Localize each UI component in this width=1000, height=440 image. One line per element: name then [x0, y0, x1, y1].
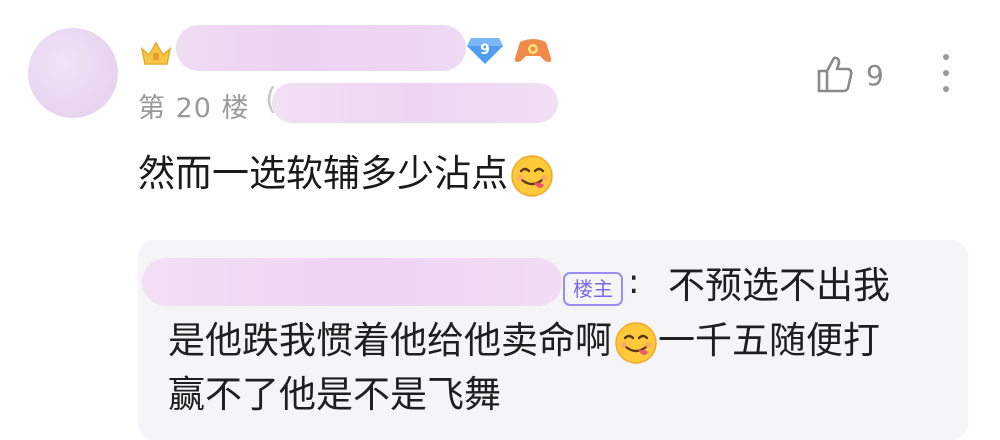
diamond-level-icon: 9 [467, 38, 503, 64]
crown-icon [140, 41, 172, 65]
gamepad-icon [514, 39, 552, 62]
yum-emoji-icon [615, 321, 657, 364]
reply-line-3: 赢不了他是不是飞舞 [168, 373, 501, 416]
more-vertical-icon[interactable] [936, 52, 956, 94]
reply-line-2: 是他跌我惯着他给他卖命啊 一千五随便打 [168, 318, 880, 365]
level-number: 9 [480, 42, 490, 58]
avatar[interactable] [28, 28, 118, 118]
op-badge: 楼主 [563, 272, 623, 306]
yum-emoji-icon [511, 154, 553, 197]
reply-colon: : [628, 262, 640, 302]
thumbs-up-icon[interactable] [816, 54, 854, 94]
comment-text: 然而一选软辅多少沾点 [138, 150, 554, 198]
location-blurred [272, 83, 558, 123]
reply-line-1: 不预选不出我 [668, 264, 890, 307]
like-count: 9 [866, 59, 884, 92]
reply-line-2-start: 是他跌我惯着他给他卖命啊 [168, 319, 612, 362]
reply-line-2-end: 一千五随便打 [658, 319, 880, 362]
floor-number: 第 20 楼 [138, 93, 250, 124]
username-blurred[interactable] [176, 25, 466, 71]
reply-username-blurred[interactable] [142, 258, 562, 306]
comment-body: 然而一选软辅多少沾点 [138, 152, 508, 195]
